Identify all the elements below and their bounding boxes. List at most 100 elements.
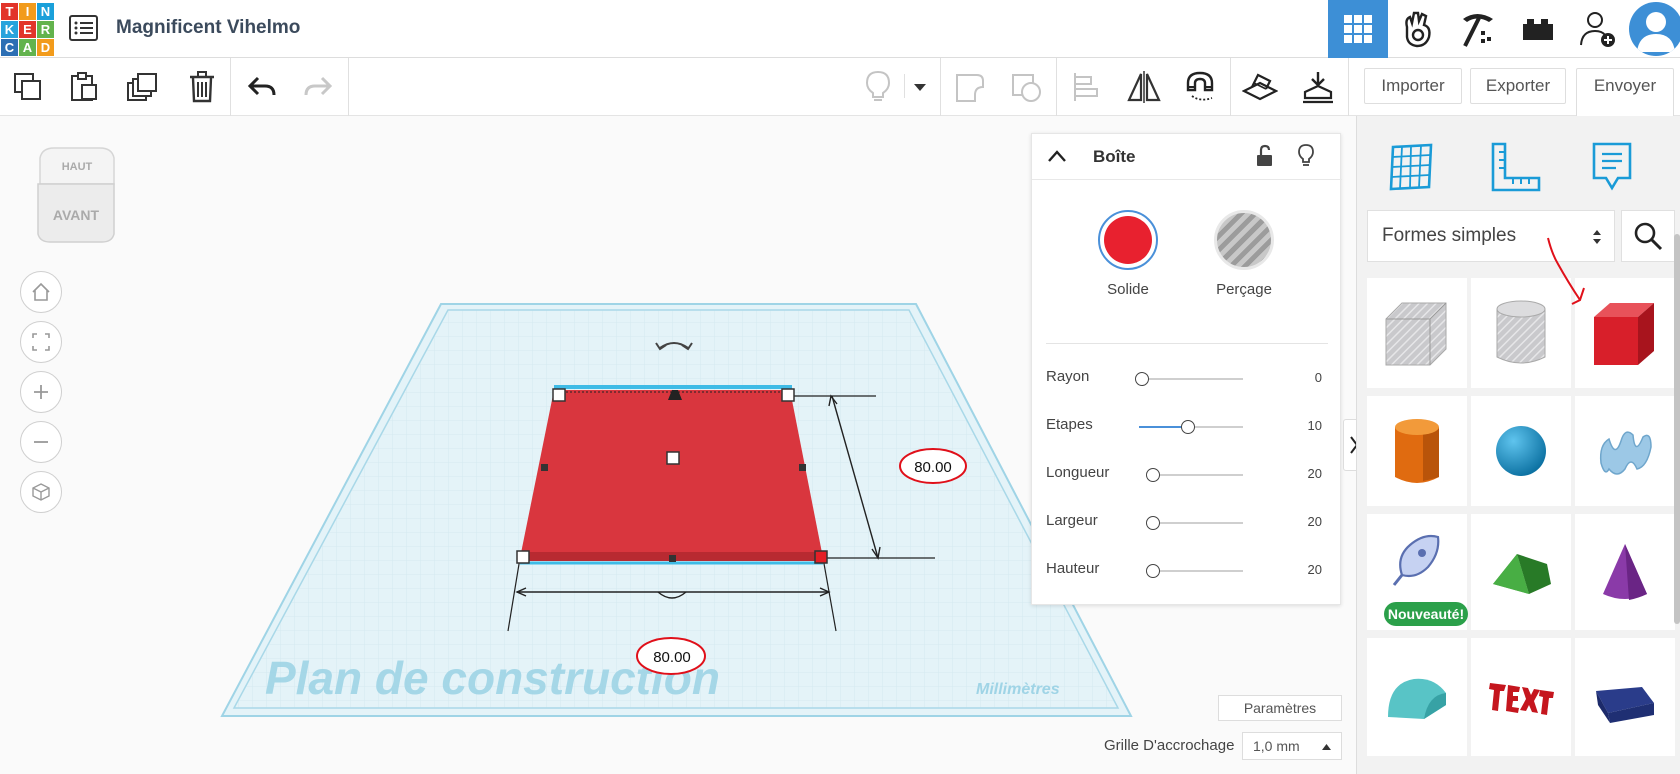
corner-handle[interactable]: [516, 550, 530, 564]
param-slider-thumb[interactable]: [1146, 564, 1160, 578]
solid-label: Solide: [1107, 281, 1149, 298]
copy-button[interactable]: [6, 66, 50, 108]
inspector-title: Boîte: [1093, 147, 1136, 166]
circuits-button[interactable]: [1388, 0, 1448, 58]
cruise-button[interactable]: [1178, 66, 1222, 108]
shape-tile-cylinder[interactable]: [1367, 396, 1467, 506]
circuit-hand-icon: [1405, 11, 1431, 48]
view-cube-top-label[interactable]: HAUT: [62, 161, 93, 173]
perspective-button[interactable]: [20, 471, 62, 513]
corner-handle[interactable]: [552, 388, 566, 402]
delete-button[interactable]: [180, 66, 224, 108]
shape-search-button[interactable]: [1621, 210, 1675, 262]
tinkercad-logo[interactable]: T I N K E R C A D: [0, 0, 54, 56]
side-handle[interactable]: [541, 464, 548, 471]
redo-button[interactable]: [296, 66, 340, 108]
shape-tile-wedge[interactable]: [1575, 638, 1675, 756]
unlock-icon[interactable]: [1254, 144, 1276, 168]
param-slider-thumb[interactable]: [1146, 516, 1160, 530]
chevron-up-icon[interactable]: [1046, 148, 1068, 164]
param-value[interactable]: 20: [1308, 514, 1322, 529]
view-cube[interactable]: HAUT AVANT: [34, 146, 118, 244]
param-value[interactable]: 0: [1315, 370, 1322, 385]
show-all-button[interactable]: [856, 66, 900, 108]
param-value[interactable]: 20: [1308, 562, 1322, 577]
group-button[interactable]: [948, 66, 992, 108]
shape-tile-sphere[interactable]: [1471, 396, 1571, 506]
shape-tile-round-roof[interactable]: [1367, 638, 1467, 756]
toolbar-divider: [904, 74, 905, 98]
view-cube-front-label[interactable]: AVANT: [53, 207, 100, 223]
solid-color-swatch[interactable]: [1098, 210, 1158, 270]
new-badge: Nouveauté!: [1384, 602, 1468, 626]
logo-letter: I: [19, 3, 36, 20]
param-row-longueur[interactable]: Longueur 20: [1046, 460, 1336, 490]
ruler-tool-button[interactable]: [1481, 132, 1551, 202]
hole-swatch[interactable]: [1214, 210, 1274, 270]
workplane-icon: [1242, 73, 1278, 101]
codeblocks-button[interactable]: [1448, 0, 1508, 58]
visibility-dropdown[interactable]: [908, 66, 932, 108]
logo-letter: A: [19, 39, 36, 56]
param-track[interactable]: [1150, 474, 1243, 476]
width-dimension-value[interactable]: 80.00: [653, 649, 691, 666]
snap-grid-select[interactable]: 1,0 mm: [1242, 732, 1342, 760]
notes-tool-button[interactable]: [1577, 132, 1647, 202]
align-button[interactable]: [1064, 66, 1108, 108]
zoom-in-button[interactable]: [20, 371, 62, 413]
param-track[interactable]: [1150, 522, 1243, 524]
design-list-button[interactable]: [68, 14, 100, 42]
export-button[interactable]: Exporter: [1470, 68, 1566, 104]
param-row-rayon[interactable]: Rayon 0: [1046, 364, 1336, 394]
user-avatar[interactable]: [1629, 2, 1680, 56]
side-handle[interactable]: [669, 555, 676, 562]
settings-button[interactable]: Paramètres: [1218, 695, 1342, 721]
box-shape[interactable]: [520, 390, 823, 558]
height-handle[interactable]: [666, 451, 680, 465]
import-button[interactable]: Importer: [1364, 68, 1462, 104]
mirror-button[interactable]: [1122, 66, 1166, 108]
drop-button[interactable]: [1296, 66, 1340, 108]
param-value[interactable]: 10: [1308, 418, 1322, 433]
shape-tile-shape-generator[interactable]: Nouveauté!: [1367, 514, 1468, 630]
redo-icon: [304, 76, 333, 96]
logo-letter: K: [1, 21, 18, 38]
depth-dimension-value[interactable]: 80.00: [914, 459, 952, 476]
lightbulb-icon[interactable]: [1297, 143, 1315, 169]
param-slider-thumb[interactable]: [1135, 372, 1149, 386]
3d-view-button[interactable]: [1328, 0, 1388, 58]
solid-color-fill: [1104, 216, 1152, 264]
param-row-hauteur[interactable]: Hauteur 20: [1046, 556, 1336, 586]
corner-handle[interactable]: [781, 388, 795, 402]
param-track[interactable]: [1139, 378, 1243, 380]
paste-button[interactable]: [62, 66, 106, 108]
param-row-largeur[interactable]: Largeur 20: [1046, 508, 1336, 538]
param-slider-thumb[interactable]: [1146, 468, 1160, 482]
invite-user-button[interactable]: [1568, 0, 1628, 58]
workplane-button[interactable]: [1238, 66, 1282, 108]
shape-tile-text[interactable]: [1471, 638, 1571, 756]
param-slider-thumb[interactable]: [1181, 420, 1195, 434]
shape-tile-cone[interactable]: [1575, 514, 1675, 630]
panel-scrollbar[interactable]: [1674, 234, 1680, 624]
duplicate-button[interactable]: [120, 66, 164, 108]
shape-tile-box-hole[interactable]: [1367, 278, 1467, 388]
bricks-button[interactable]: [1508, 0, 1568, 58]
corner-handle-selected[interactable]: [814, 550, 828, 564]
param-label: Largeur: [1046, 512, 1098, 529]
param-row-etapes[interactable]: Etapes 10: [1046, 412, 1336, 442]
shape-tile-scribble[interactable]: [1575, 396, 1675, 506]
design-title[interactable]: Magnificent Vihelmo: [116, 17, 300, 39]
home-view-button[interactable]: [20, 271, 62, 313]
param-value[interactable]: 20: [1308, 466, 1322, 481]
ungroup-button[interactable]: [1004, 66, 1048, 108]
undo-button[interactable]: [240, 66, 284, 108]
side-handle[interactable]: [799, 464, 806, 471]
edit-toolbar: Importer Exporter Envoyer vers: [0, 58, 1680, 152]
fit-view-button[interactable]: [20, 321, 62, 363]
shape-tile-roof[interactable]: [1471, 514, 1571, 630]
lightbulb-icon: [865, 70, 891, 101]
workplane-tool-button[interactable]: [1377, 132, 1447, 202]
zoom-out-button[interactable]: [20, 421, 62, 463]
param-track[interactable]: [1150, 570, 1243, 572]
